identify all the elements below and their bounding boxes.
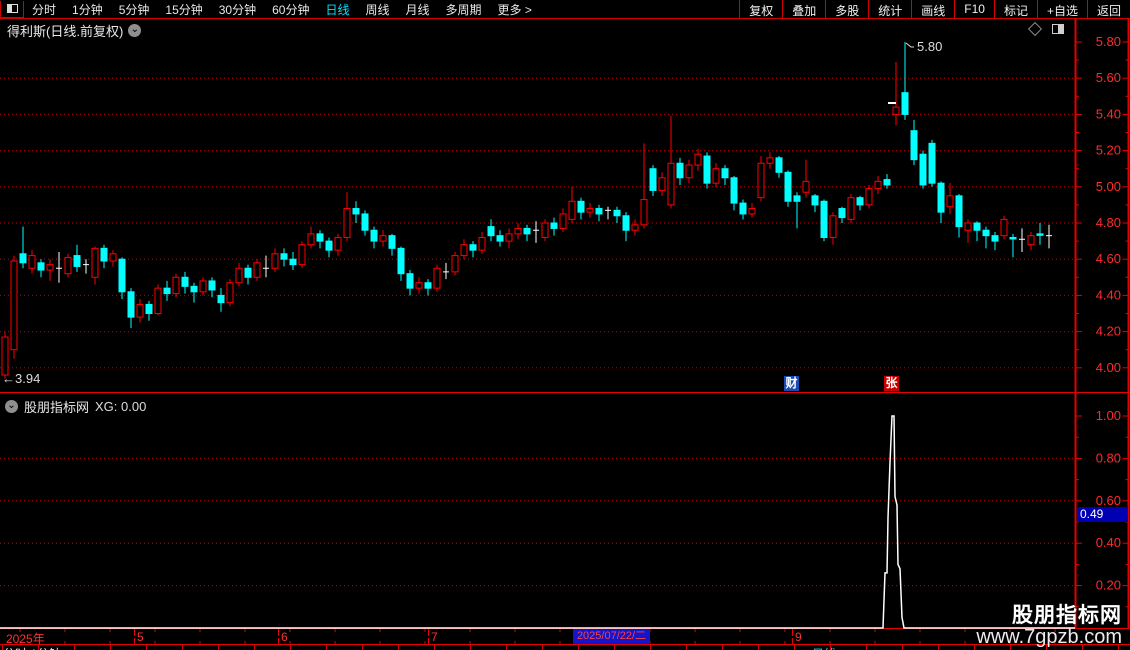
indicator-axis-label: 0.40 <box>1096 535 1121 550</box>
x-axis-label-1: 5 <box>137 630 144 644</box>
price-label: 4.80 <box>1096 215 1121 230</box>
tab-period-5[interactable]: 60分钟 <box>264 1 317 18</box>
price-label: 5.60 <box>1096 70 1121 85</box>
price-label: 4.20 <box>1096 324 1121 339</box>
diamond-icon[interactable] <box>1027 21 1043 37</box>
divider <box>506 645 507 650</box>
indicator-axis-label: 0.20 <box>1096 578 1121 593</box>
tab-period-10[interactable]: 更多 > <box>490 1 540 18</box>
menu-2[interactable]: 多股 <box>825 0 868 18</box>
bottom-toolbar-clipped: 分时 1分钟 日线 <box>0 645 1130 650</box>
tab-period-9[interactable]: 多周期 <box>438 1 490 18</box>
watermark-site-name: 股朋指标网 <box>1012 603 1122 627</box>
price-label: 4.00 <box>1096 360 1121 375</box>
menu-8[interactable]: 返回 <box>1086 0 1130 18</box>
menu-7[interactable]: +自选 <box>1036 0 1087 18</box>
x-axis-label-3: 7 <box>431 630 438 644</box>
price-label: 5.80 <box>1096 34 1121 49</box>
menu-5[interactable]: F10 <box>954 0 994 18</box>
chart-title-row: 得利斯(日线.前复权) ⌄ <box>7 21 142 40</box>
annotation-low: ←3.94 <box>2 371 40 386</box>
divider <box>38 645 39 650</box>
top-toolbar: 分时 1分钟 5分钟 15分钟 30分钟 60分钟 日线 周线 月线 多周期 更多 > 复权 叠加 多股… <box>0 0 1130 19</box>
indicator-axis-label: 0.60 <box>1096 493 1121 508</box>
layout-icon <box>6 4 18 13</box>
divider <box>146 645 147 650</box>
xg-indicator-line <box>0 415 1075 629</box>
divider <box>902 645 903 650</box>
divider <box>686 645 687 650</box>
tab-period-0[interactable]: 分时 <box>24 1 64 18</box>
menu-0[interactable]: 复权 <box>739 0 782 18</box>
tab-period-7[interactable]: 周线 <box>357 1 397 18</box>
x-axis-label-2: 6 <box>281 630 288 644</box>
divider <box>974 645 975 650</box>
panel-layout-icon[interactable] <box>1052 24 1064 34</box>
highlighted-date[interactable]: 2025/07/22/二 <box>573 629 650 644</box>
indicator-axis-label: 0.80 <box>1096 450 1121 465</box>
watermark: 股朋指标网 www.7gpzb.com <box>976 603 1122 648</box>
divider <box>74 645 75 650</box>
menu-3[interactable]: 统计 <box>868 0 911 18</box>
divider <box>650 645 651 650</box>
watermark-url: www.7gpzb.com <box>976 626 1122 648</box>
annotation-high: 5.80 <box>917 39 942 54</box>
divider <box>290 645 291 650</box>
tab-period-3[interactable]: 15分钟 <box>157 1 210 18</box>
period-tabs: 分时 1分钟 5分钟 15分钟 30分钟 60分钟 日线 周线 月线 多周期 更多 > <box>24 1 739 18</box>
price-label: 5.40 <box>1096 106 1121 121</box>
divider <box>938 645 939 650</box>
indicator-header: ⌄ 股朋指标网 XG: 0.00 <box>5 397 146 416</box>
divider <box>830 645 831 650</box>
chart-title: 得利斯(日线.前复权) <box>7 24 124 39</box>
layout-toggle-button[interactable] <box>0 0 24 18</box>
indicator-axis-label: 1.00 <box>1096 408 1121 423</box>
divider <box>218 645 219 650</box>
chevron-down-icon[interactable]: ⌄ <box>5 400 18 413</box>
menu-4[interactable]: 画线 <box>911 0 954 18</box>
divider <box>398 645 399 650</box>
tab-period-1[interactable]: 1分钟 <box>64 1 111 18</box>
clipped-text: 日线 <box>812 645 836 650</box>
price-label: 5.00 <box>1096 179 1121 194</box>
tab-period-8[interactable]: 月线 <box>398 1 438 18</box>
divider <box>326 645 327 650</box>
divider <box>614 645 615 650</box>
chevron-down-icon[interactable]: ⌄ <box>128 24 142 37</box>
divider <box>542 645 543 650</box>
right-menu: 复权 叠加 多股 统计 画线 F10 标记 +自选 返回 <box>739 0 1130 18</box>
divider <box>362 645 363 650</box>
indicator-current-value-box: 0.49 <box>1077 507 1128 522</box>
event-badge-zhang[interactable]: 张 <box>884 376 899 391</box>
stock-app-window: { "toolbar": { "periods": ["分时","1分钟","5… <box>0 0 1130 650</box>
menu-1[interactable]: 叠加 <box>782 0 825 18</box>
event-badge-finance[interactable]: 财 <box>784 376 799 391</box>
divider <box>182 645 183 650</box>
price-label: 5.20 <box>1096 143 1121 158</box>
indicator-value: XG: 0.00 <box>95 399 147 414</box>
divider <box>434 645 435 650</box>
divider <box>794 645 795 650</box>
price-label: 4.40 <box>1096 287 1121 302</box>
tab-period-4[interactable]: 30分钟 <box>211 1 264 18</box>
divider <box>2 645 3 650</box>
indicator-name: 股朋指标网 <box>24 400 90 415</box>
tab-period-6[interactable]: 日线 <box>317 1 357 18</box>
candlestick-series <box>1 42 1052 379</box>
divider <box>866 645 867 650</box>
menu-6[interactable]: 标记 <box>993 0 1037 18</box>
divider <box>722 645 723 650</box>
tab-period-2[interactable]: 5分钟 <box>111 1 158 18</box>
price-label: 4.60 <box>1096 251 1121 266</box>
divider <box>110 645 111 650</box>
divider <box>578 645 579 650</box>
kline-chart-canvas[interactable]: 5.80 5.60 5.40 5.20 5.00 4.80 4.60 4.40 4.20 4.00… <box>0 0 1130 650</box>
x-axis-label-4: 9 <box>795 630 802 644</box>
chart-corner-icons <box>1027 21 1064 37</box>
divider <box>470 645 471 650</box>
divider <box>254 645 255 650</box>
divider <box>758 645 759 650</box>
clipped-text: 分时 1分钟 <box>3 645 61 650</box>
